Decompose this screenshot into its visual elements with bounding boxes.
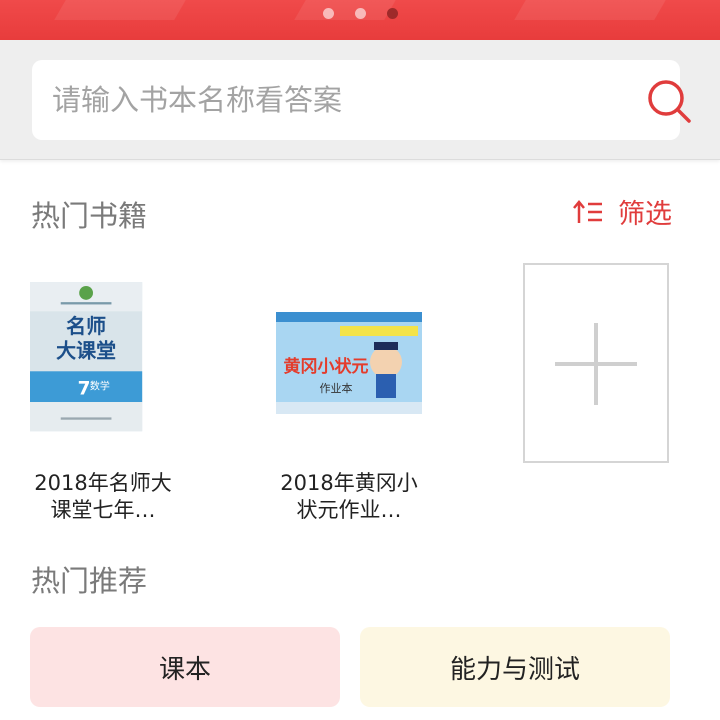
book-title[interactable]: 2018年黄冈小状元作业…: [276, 470, 422, 526]
cover-brand: 黄冈小状元: [284, 356, 369, 377]
search-input[interactable]: [52, 76, 592, 124]
book-cover-image[interactable]: 名师 大课堂 7 数学: [30, 262, 176, 456]
top-banner[interactable]: [0, 0, 720, 40]
section-title-hot-books: 热门书籍: [31, 199, 148, 233]
section-title-recommend: 热门推荐: [31, 564, 148, 598]
book-title[interactable]: 2018年名师大课堂七年…: [30, 470, 176, 526]
cover-brand-line1: 名师: [66, 314, 106, 338]
search-box[interactable]: [32, 60, 691, 140]
carousel-dot-active[interactable]: [386, 8, 398, 19]
filter-button[interactable]: 筛选: [572, 192, 672, 231]
cover-subject: 数学: [90, 380, 110, 393]
category-textbook-button[interactable]: 课本: [30, 627, 340, 707]
carousel-indicator: [0, 8, 720, 19]
category-ability-test-button[interactable]: 能力与测试: [360, 627, 670, 707]
plus-icon: [594, 323, 598, 405]
search-icon[interactable]: [646, 78, 692, 124]
carousel-dot[interactable]: [322, 8, 334, 19]
carousel-dot[interactable]: [354, 8, 366, 19]
cover-brand-line2: 大课堂: [56, 338, 116, 362]
cover-grade: 7: [78, 378, 91, 399]
filter-label: 筛选: [618, 199, 672, 230]
add-book-button[interactable]: [523, 263, 669, 463]
book-cover-image[interactable]: 黄冈小状元 作业本: [276, 262, 422, 456]
cover-subtitle: 作业本: [320, 381, 353, 395]
sort-icon: [573, 199, 602, 223]
search-area: [0, 40, 720, 160]
